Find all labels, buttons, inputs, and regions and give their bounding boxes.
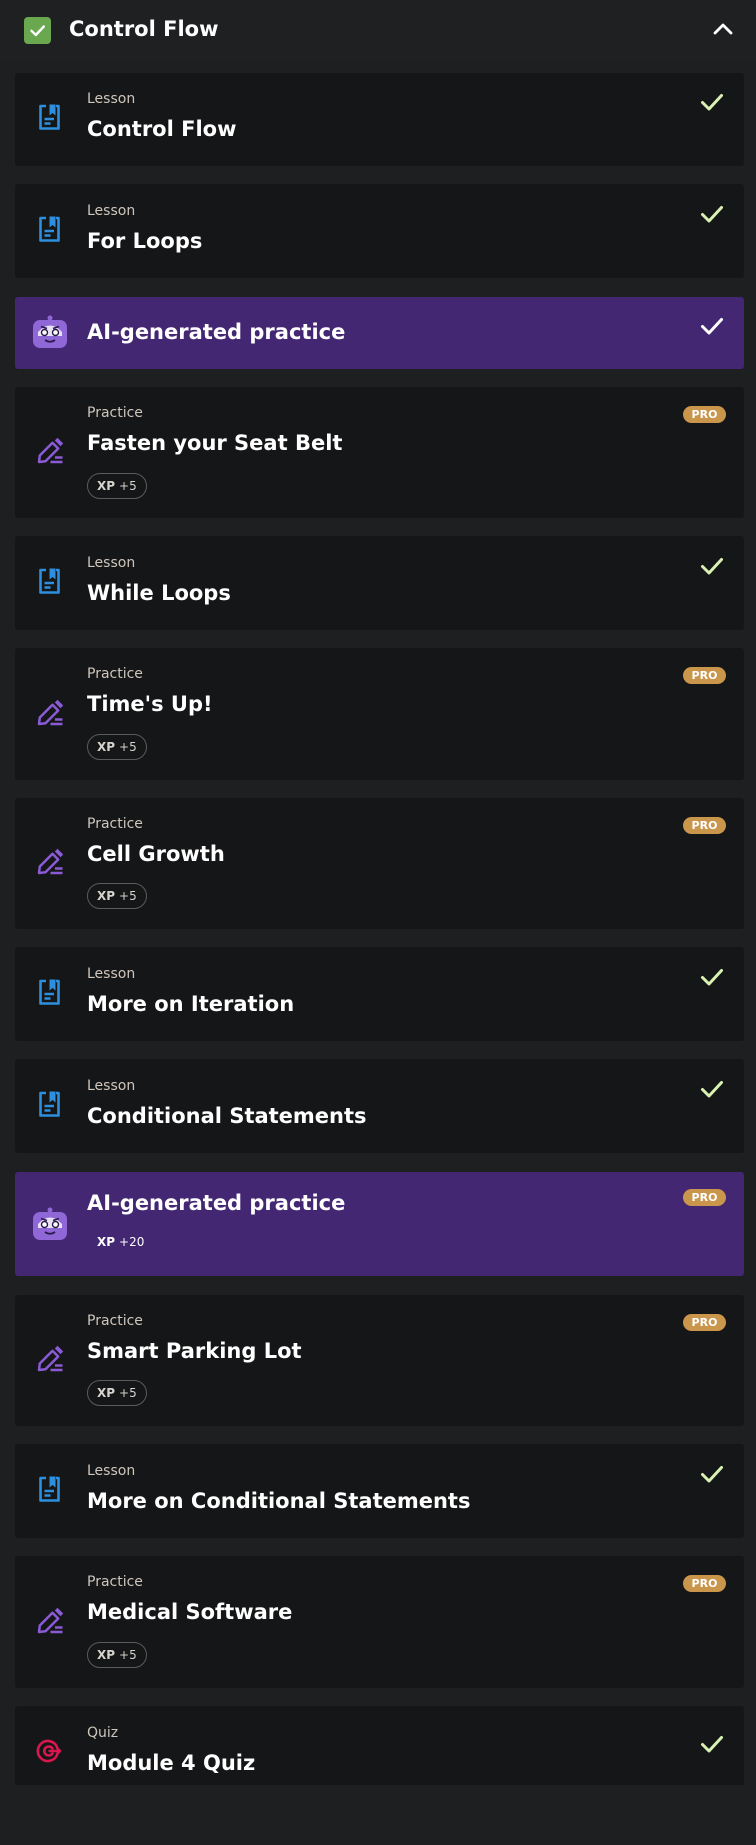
quiz-target-icon bbox=[35, 1736, 65, 1766]
xp-label: XP bbox=[97, 479, 116, 493]
practice-pencil-icon bbox=[35, 698, 65, 728]
lesson-document-icon bbox=[35, 102, 65, 132]
list-item-lesson[interactable]: Lesson For Loops bbox=[15, 184, 744, 278]
item-title: Fasten your Seat Belt bbox=[87, 431, 343, 455]
pro-badge: PRO bbox=[683, 1189, 726, 1206]
ai-robot-icon bbox=[32, 314, 68, 350]
xp-value: +5 bbox=[119, 740, 137, 754]
xp-chip: XP +5 bbox=[87, 473, 147, 499]
xp-value: +20 bbox=[119, 1235, 145, 1249]
item-title: Module 4 Quiz bbox=[87, 1751, 256, 1775]
xp-value: +5 bbox=[119, 1386, 137, 1400]
practice-pencil-icon bbox=[35, 436, 65, 466]
item-type-label: Lesson bbox=[87, 966, 136, 982]
xp-chip: XP +20 bbox=[87, 1229, 155, 1255]
module-header[interactable]: Control Flow bbox=[0, 0, 756, 60]
module-title: Control Flow bbox=[69, 17, 219, 41]
item-title: AI-generated practice bbox=[87, 1191, 346, 1215]
module-item-list: Lesson Control Flow Lesson For Loops AI-… bbox=[15, 73, 744, 1785]
lesson-document-icon bbox=[35, 1474, 65, 1504]
ai-robot-icon bbox=[32, 1206, 68, 1242]
xp-label: XP bbox=[97, 1235, 116, 1249]
completed-check-icon bbox=[699, 1078, 725, 1100]
item-title: Smart Parking Lot bbox=[87, 1339, 302, 1363]
pro-badge: PRO bbox=[683, 1575, 726, 1592]
item-type-label: Lesson bbox=[87, 91, 136, 107]
pro-badge: PRO bbox=[683, 406, 726, 423]
list-item-lesson[interactable]: Lesson More on Conditional Statements bbox=[15, 1444, 744, 1538]
practice-pencil-icon bbox=[35, 1344, 65, 1374]
item-title: AI-generated practice bbox=[87, 320, 346, 344]
item-type-label: Lesson bbox=[87, 1078, 136, 1094]
item-title: More on Iteration bbox=[87, 992, 295, 1016]
list-item-lesson[interactable]: Lesson Conditional Statements bbox=[15, 1059, 744, 1153]
item-title: For Loops bbox=[87, 229, 203, 253]
xp-chip: XP +5 bbox=[87, 883, 147, 909]
item-title: Conditional Statements bbox=[87, 1104, 367, 1128]
xp-label: XP bbox=[97, 740, 116, 754]
completed-check-icon bbox=[699, 966, 725, 988]
pro-badge: PRO bbox=[683, 667, 726, 684]
completed-check-icon bbox=[699, 203, 725, 225]
pro-badge: PRO bbox=[683, 1314, 726, 1331]
practice-pencil-icon bbox=[35, 847, 65, 877]
item-type-label: Practice bbox=[87, 666, 143, 682]
completed-check-icon bbox=[699, 315, 725, 337]
completed-check-icon bbox=[699, 91, 725, 113]
list-item-practice[interactable]: Practice Cell Growth XP +5 PRO bbox=[15, 798, 744, 929]
list-item-lesson[interactable]: Lesson While Loops bbox=[15, 536, 744, 630]
item-title: Cell Growth bbox=[87, 842, 225, 866]
item-type-label: Lesson bbox=[87, 555, 136, 571]
completed-check-icon bbox=[699, 1733, 725, 1755]
list-item-practice[interactable]: Practice Time's Up! XP +5 PRO bbox=[15, 648, 744, 780]
list-item-lesson[interactable]: Lesson More on Iteration bbox=[15, 947, 744, 1041]
item-type-label: Lesson bbox=[87, 203, 136, 219]
checkbox-checked-icon bbox=[24, 17, 51, 44]
lesson-document-icon bbox=[35, 214, 65, 244]
list-item-practice[interactable]: Practice Fasten your Seat Belt XP +5 PRO bbox=[15, 387, 744, 518]
item-title: While Loops bbox=[87, 581, 231, 605]
list-item-lesson[interactable]: Lesson Control Flow bbox=[15, 73, 744, 166]
xp-value: +5 bbox=[119, 479, 137, 493]
item-type-label: Quiz bbox=[87, 1725, 119, 1741]
xp-chip: XP +5 bbox=[87, 1642, 147, 1668]
item-title: Medical Software bbox=[87, 1600, 293, 1624]
item-title: Time's Up! bbox=[87, 692, 213, 716]
xp-value: +5 bbox=[119, 1648, 137, 1662]
list-item-quiz[interactable]: Quiz Module 4 Quiz bbox=[15, 1706, 744, 1785]
item-type-label: Lesson bbox=[87, 1463, 136, 1479]
item-type-label: Practice bbox=[87, 405, 143, 421]
list-item-practice[interactable]: Practice Smart Parking Lot XP +5 PRO bbox=[15, 1295, 744, 1426]
list-item-ai-practice[interactable]: AI-generated practice XP +20 PRO bbox=[15, 1172, 744, 1276]
item-type-label: Practice bbox=[87, 816, 143, 832]
xp-label: XP bbox=[97, 1648, 116, 1662]
item-title: Control Flow bbox=[87, 117, 237, 141]
practice-pencil-icon bbox=[35, 1606, 65, 1636]
item-type-label: Practice bbox=[87, 1313, 143, 1329]
lesson-document-icon bbox=[35, 1089, 65, 1119]
pro-badge: PRO bbox=[683, 817, 726, 834]
list-item-ai-practice[interactable]: AI-generated practice bbox=[15, 297, 744, 369]
lesson-document-icon bbox=[35, 977, 65, 1007]
chevron-up-icon[interactable] bbox=[710, 18, 736, 40]
xp-label: XP bbox=[97, 1386, 116, 1400]
lesson-document-icon bbox=[35, 566, 65, 596]
item-type-label: Practice bbox=[87, 1574, 143, 1590]
xp-value: +5 bbox=[119, 889, 137, 903]
xp-label: XP bbox=[97, 889, 116, 903]
xp-chip: XP +5 bbox=[87, 1380, 147, 1406]
item-title: More on Conditional Statements bbox=[87, 1489, 471, 1513]
completed-check-icon bbox=[699, 555, 725, 577]
list-item-practice[interactable]: Practice Medical Software XP +5 PRO bbox=[15, 1556, 744, 1688]
completed-check-icon bbox=[699, 1463, 725, 1485]
xp-chip: XP +5 bbox=[87, 734, 147, 760]
